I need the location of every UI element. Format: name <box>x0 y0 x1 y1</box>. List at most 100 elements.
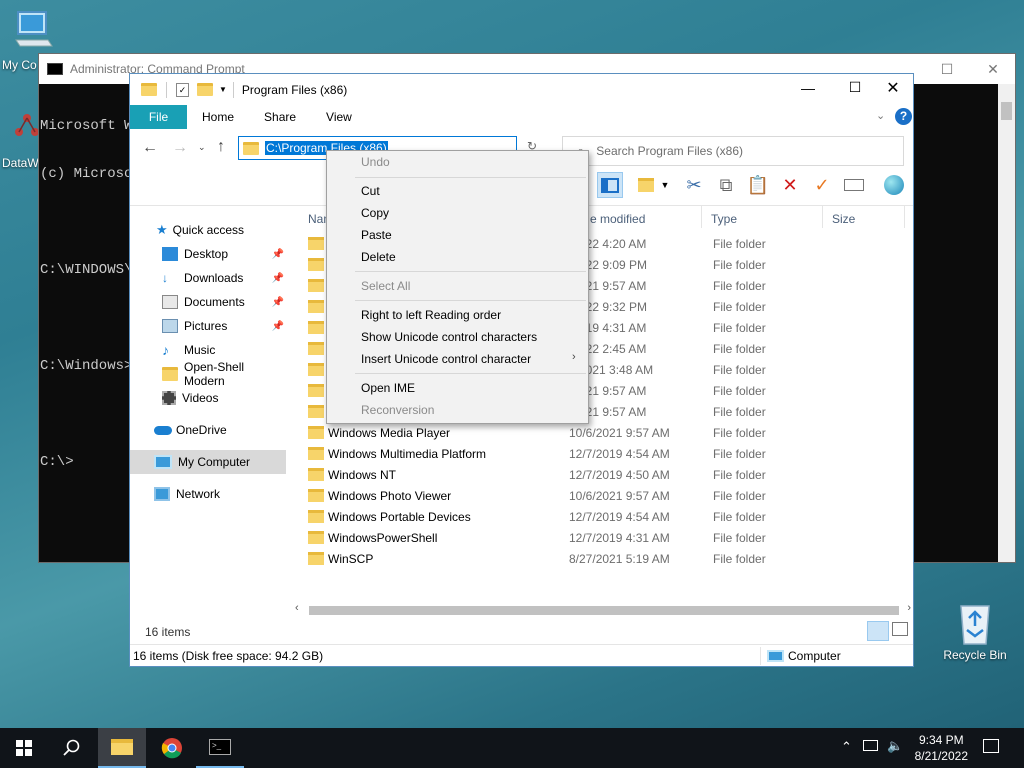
desktop-icon-my-computer[interactable]: My Co <box>0 10 60 72</box>
taskbar: >_ ⌃ 🔈 9:34 PM 8/21/2022 <box>0 728 1024 768</box>
customize-quick-access-icon[interactable]: ▼ <box>219 85 227 94</box>
cut-icon[interactable]: ✂ <box>681 172 707 198</box>
file-row[interactable]: Windows Media Player 10/6/2021 9:57 AM Fil… <box>308 422 903 443</box>
nav-music[interactable]: ♪ Music <box>130 338 288 362</box>
close-icon[interactable]: ✕ <box>870 78 916 98</box>
help-icon[interactable]: ? <box>895 108 912 125</box>
minimize-icon[interactable]: — <box>785 80 831 96</box>
file-date: 12/7/2019 4:54 AM <box>569 509 670 524</box>
nav-desktop[interactable]: Desktop 📌 <box>130 242 288 266</box>
file-row[interactable]: Windows NT 12/7/2019 4:50 AM File folder <box>308 464 903 485</box>
menu-item-delete[interactable]: Delete <box>361 250 396 264</box>
column-header-type[interactable]: Type <box>711 212 737 226</box>
forward-arrow-icon[interactable]: → <box>172 139 188 157</box>
properties-icon[interactable]: ✓ <box>176 82 189 97</box>
file-date: 12/7/2019 4:54 AM <box>569 446 670 461</box>
nav-videos[interactable]: Videos <box>130 386 288 410</box>
volume-icon[interactable]: 🔈 <box>887 738 903 754</box>
copy-icon[interactable]: ⧉ <box>713 172 739 198</box>
search-button[interactable] <box>48 728 96 768</box>
pin-icon[interactable]: 📌 <box>272 321 284 332</box>
nav-downloads[interactable]: ↓ Downloads 📌 <box>130 266 288 290</box>
nav-label: Desktop <box>184 247 229 261</box>
computer-icon <box>767 650 784 662</box>
search-box[interactable]: ⌕ Search Program Files (x86) <box>562 136 904 166</box>
file-name: WinSCP <box>328 551 374 566</box>
file-type: File folder <box>713 509 766 524</box>
pin-icon[interactable]: 📌 <box>272 297 284 308</box>
cmd-maximize-icon[interactable]: ☐ <box>924 54 970 84</box>
folder-icon <box>308 258 324 271</box>
dropdown-arrow-icon[interactable]: ▼ <box>658 172 672 198</box>
folder-icon <box>308 279 324 292</box>
tab-file[interactable]: File <box>130 105 187 129</box>
recent-locations-icon[interactable]: ⌄ <box>198 142 206 153</box>
new-folder-icon[interactable] <box>197 83 213 96</box>
details-view-icon[interactable] <box>867 621 889 641</box>
scroll-right-icon[interactable]: › <box>907 602 911 614</box>
desktop-icon-recycle-bin[interactable]: Recycle Bin <box>938 600 1012 662</box>
menu-item-open-ime[interactable]: Open IME <box>361 381 415 395</box>
menu-item-insert-unicode[interactable]: Insert Unicode control character <box>361 352 531 366</box>
horizontal-scrollbar[interactable]: ‹ › <box>291 602 913 619</box>
new-item-icon[interactable] <box>633 172 659 198</box>
clock-time: 9:34 PM <box>918 733 964 747</box>
nav-documents[interactable]: Documents 📌 <box>130 290 288 314</box>
show-hidden-icons-icon[interactable]: ⌃ <box>841 739 852 755</box>
start-button[interactable] <box>0 728 48 768</box>
cmd-close-icon[interactable]: ✕ <box>970 54 1016 84</box>
nav-label: Open-Shell Modern <box>183 360 245 388</box>
nav-my-computer[interactable]: My Computer <box>130 450 286 474</box>
pin-icon[interactable]: 📌 <box>272 249 284 260</box>
preview-pane-icon[interactable] <box>597 172 623 198</box>
menu-item-undo[interactable]: Undo <box>361 155 390 169</box>
back-arrow-icon[interactable]: ← <box>142 139 158 157</box>
paste-icon[interactable]: 📋 <box>745 172 771 198</box>
file-row[interactable]: WinSCP 8/27/2021 5:19 AM File folder <box>308 548 903 569</box>
nav-open-shell[interactable]: Open-Shell Modern <box>130 360 288 388</box>
taskbar-file-explorer[interactable] <box>98 728 146 768</box>
large-icons-view-icon[interactable] <box>892 622 908 636</box>
taskbar-chrome[interactable] <box>148 728 196 768</box>
file-row[interactable]: Windows Portable Devices 12/7/2019 4:54 A… <box>308 506 903 527</box>
menu-item-copy[interactable]: Copy <box>361 206 389 220</box>
nav-pictures[interactable]: Pictures 📌 <box>130 314 288 338</box>
scroll-thumb[interactable] <box>1001 102 1012 120</box>
nav-onedrive[interactable]: OneDrive <box>130 418 288 442</box>
delete-icon[interactable]: ✕ <box>777 172 803 198</box>
up-arrow-icon[interactable]: ↑ <box>217 138 225 156</box>
menu-item-paste[interactable]: Paste <box>361 228 392 242</box>
menu-separator <box>355 300 586 301</box>
nav-network[interactable]: Network <box>130 482 288 506</box>
rename-icon[interactable] <box>841 172 867 198</box>
internet-globe-icon[interactable] <box>881 172 907 198</box>
nav-quick-access[interactable]: ★ Quick access <box>130 218 288 242</box>
system-clock[interactable]: 9:34 PM 8/21/2022 <box>915 732 968 764</box>
scroll-thumb[interactable] <box>309 606 899 615</box>
menu-item-show-unicode[interactable]: Show Unicode control characters <box>361 330 537 344</box>
tab-view[interactable]: View <box>311 105 367 129</box>
menu-item-rtl-reading[interactable]: Right to left Reading order <box>361 308 501 322</box>
cmd-scrollbar[interactable] <box>998 84 1015 562</box>
expand-ribbon-icon[interactable]: ⌄ <box>876 109 885 122</box>
menu-item-cut[interactable]: Cut <box>361 184 380 198</box>
column-header-size[interactable]: Size <box>832 212 855 226</box>
notifications-icon[interactable] <box>983 739 999 753</box>
checkmark-icon[interactable]: ✓ <box>809 172 835 198</box>
column-header-date[interactable]: e modified <box>590 212 645 226</box>
pin-icon[interactable]: 📌 <box>272 273 284 284</box>
file-row[interactable]: Windows Photo Viewer 10/6/2021 9:57 AM Fil… <box>308 485 903 506</box>
file-type: File folder <box>713 299 766 314</box>
tab-home[interactable]: Home <box>187 105 249 129</box>
windows-logo-icon <box>16 740 32 756</box>
file-row[interactable]: WindowsPowerShell 12/7/2019 4:31 AM File f… <box>308 527 903 548</box>
scroll-left-icon[interactable]: ‹ <box>295 602 299 614</box>
menu-item-select-all[interactable]: Select All <box>361 279 410 293</box>
folder-icon <box>308 300 324 313</box>
clock-date: 8/21/2022 <box>914 749 968 763</box>
taskbar-command-prompt[interactable]: >_ <box>196 728 244 768</box>
file-row[interactable]: Windows Multimedia Platform 12/7/2019 4:5… <box>308 443 903 464</box>
menu-item-reconversion[interactable]: Reconversion <box>361 403 434 417</box>
network-tray-icon[interactable] <box>863 740 878 751</box>
tab-share[interactable]: Share <box>249 105 311 129</box>
